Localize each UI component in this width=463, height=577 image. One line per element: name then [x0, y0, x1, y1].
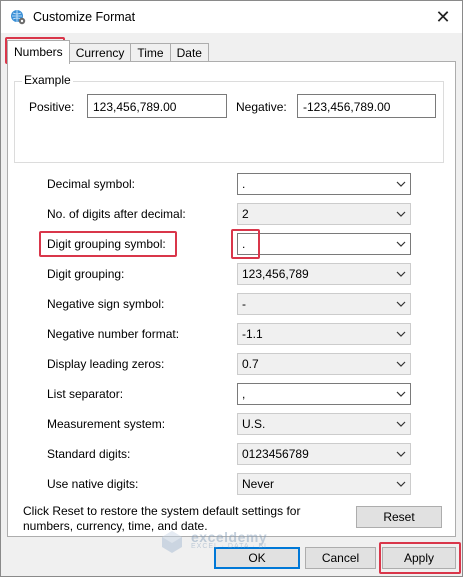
cancel-button[interactable]: Cancel	[305, 547, 376, 569]
decimal-symbol-label: Decimal symbol:	[47, 177, 136, 191]
digit-grouping-symbol-label: Digit grouping symbol:	[47, 237, 166, 251]
list-separator-value: ,	[242, 387, 246, 401]
standard-digits-value: 0123456789	[242, 447, 309, 461]
reset-button[interactable]: Reset	[356, 506, 442, 528]
measurement-system-label: Measurement system:	[47, 417, 166, 431]
tab-time[interactable]: Time	[130, 43, 171, 63]
negative-example-field: -123,456,789.00	[297, 94, 436, 118]
title-bar: Customize Format ✕	[1, 1, 462, 33]
positive-label: Positive:	[29, 100, 75, 114]
list-separator-label: List separator:	[47, 387, 124, 401]
display-leading-zeros-value: 0.7	[242, 357, 259, 371]
use-native-digits-label: Use native digits:	[47, 477, 139, 491]
chevron-down-icon	[395, 297, 407, 311]
negative-number-format-combo[interactable]: -1.1	[237, 323, 411, 345]
digits-after-decimal-label: No. of digits after decimal:	[47, 207, 186, 221]
list-separator-combo[interactable]: ,	[237, 383, 411, 405]
digit-grouping-symbol-value: .	[242, 237, 246, 251]
negative-number-format-value: -1.1	[242, 327, 263, 341]
chevron-down-icon	[395, 417, 407, 431]
negative-number-format-label: Negative number format:	[47, 327, 180, 341]
digit-grouping-label: Digit grouping:	[47, 267, 125, 281]
measurement-system-combo[interactable]: U.S.	[237, 413, 411, 435]
chevron-down-icon	[395, 387, 407, 401]
positive-example-field: 123,456,789.00	[87, 94, 227, 118]
close-button[interactable]: ✕	[428, 4, 458, 30]
digit-grouping-combo[interactable]: 123,456,789	[237, 263, 411, 285]
chevron-down-icon	[395, 357, 407, 371]
apply-button[interactable]: Apply	[382, 547, 456, 569]
tab-currency[interactable]: Currency	[68, 43, 132, 63]
standard-digits-label: Standard digits:	[47, 447, 131, 461]
digit-grouping-value: 123,456,789	[242, 267, 309, 281]
chevron-down-icon	[395, 267, 407, 281]
example-group-title: Example	[22, 73, 73, 87]
tab-strip: Numbers Currency Time Date	[7, 40, 209, 64]
chevron-down-icon	[395, 447, 407, 461]
dialog-client: Numbers Currency Time Date Example Posit…	[1, 33, 462, 576]
use-native-digits-value: Never	[242, 477, 275, 491]
window-title: Customize Format	[33, 10, 136, 24]
negative-sign-symbol-value: -	[242, 297, 246, 311]
chevron-down-icon	[395, 177, 407, 191]
negative-label: Negative:	[236, 100, 287, 114]
decimal-symbol-combo[interactable]: .	[237, 173, 411, 195]
chevron-down-icon	[395, 327, 407, 341]
display-leading-zeros-label: Display leading zeros:	[47, 357, 165, 371]
chevron-down-icon	[395, 477, 407, 491]
customize-format-dialog: Customize Format ✕ Numbers Currency Time…	[0, 0, 463, 577]
digits-after-decimal-value: 2	[242, 207, 249, 221]
chevron-down-icon	[395, 207, 407, 221]
measurement-system-value: U.S.	[242, 417, 266, 431]
globe-settings-icon	[10, 9, 26, 25]
standard-digits-combo[interactable]: 0123456789	[237, 443, 411, 465]
digits-after-decimal-combo[interactable]: 2	[237, 203, 411, 225]
close-icon: ✕	[435, 6, 451, 27]
tab-date[interactable]: Date	[169, 43, 209, 63]
negative-sign-symbol-combo[interactable]: -	[237, 293, 411, 315]
negative-sign-symbol-label: Negative sign symbol:	[47, 297, 165, 311]
display-leading-zeros-combo[interactable]: 0.7	[237, 353, 411, 375]
reset-instructions: Click Reset to restore the system defaul…	[23, 504, 301, 533]
use-native-digits-combo[interactable]: Never	[237, 473, 411, 495]
ok-button[interactable]: OK	[214, 547, 300, 569]
tab-numbers[interactable]: Numbers	[7, 40, 70, 64]
digit-grouping-symbol-combo[interactable]: .	[237, 233, 411, 255]
chevron-down-icon	[395, 237, 407, 251]
decimal-symbol-value: .	[242, 177, 246, 191]
